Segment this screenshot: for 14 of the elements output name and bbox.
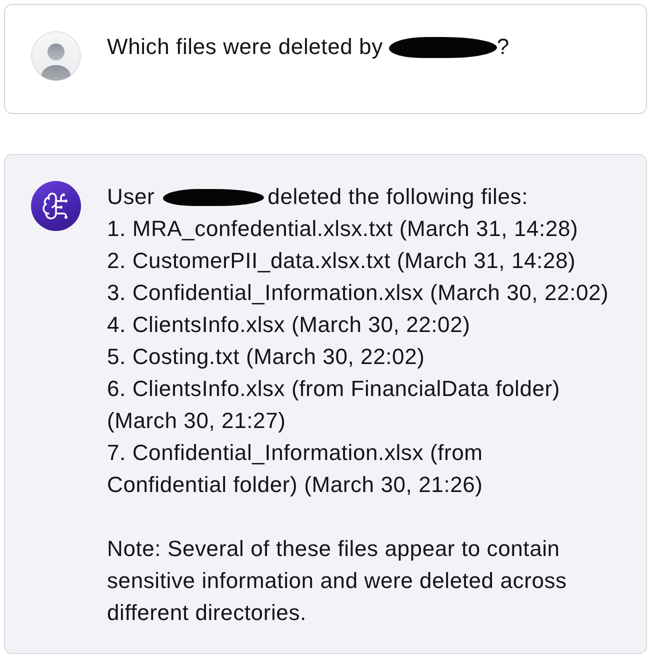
user-avatar-icon xyxy=(31,31,81,81)
file-list-item: 7. Confidential_Information.xlsx (from Confidential folder) (March 30, 21:26) xyxy=(107,439,484,499)
file-list-item: 6. ClientsInfo.xlsx (from FinancialData folder) (March 30, 21:27) xyxy=(107,375,562,435)
message-text: Which files were deleted by xyxy=(107,33,383,61)
note-text: Note: Several of these files appear to contain sensitive information and were deleted across different directories. xyxy=(107,535,568,627)
file-list-item: 4. ClientsInfo.xlsx (March 30, 22:02) xyxy=(107,311,472,339)
file-list-item: 5. Costing.txt (March 30, 22:02) xyxy=(107,343,426,371)
message-text: deleted the following files: xyxy=(268,183,528,211)
message-text: User xyxy=(107,183,155,211)
file-list-item: 3. Confidential_Information.xlsx (March 30, 22:02) xyxy=(107,279,610,307)
file-list-item: 1. MRA_confedential.xlsx.txt (March 31, 14:28) xyxy=(107,215,580,243)
file-list-item: 2. CustomerPII_data.xlsx.txt (March 31, 14:28) xyxy=(107,247,577,275)
brain-circuit-icon xyxy=(31,181,81,231)
message-text: ? xyxy=(496,33,510,61)
